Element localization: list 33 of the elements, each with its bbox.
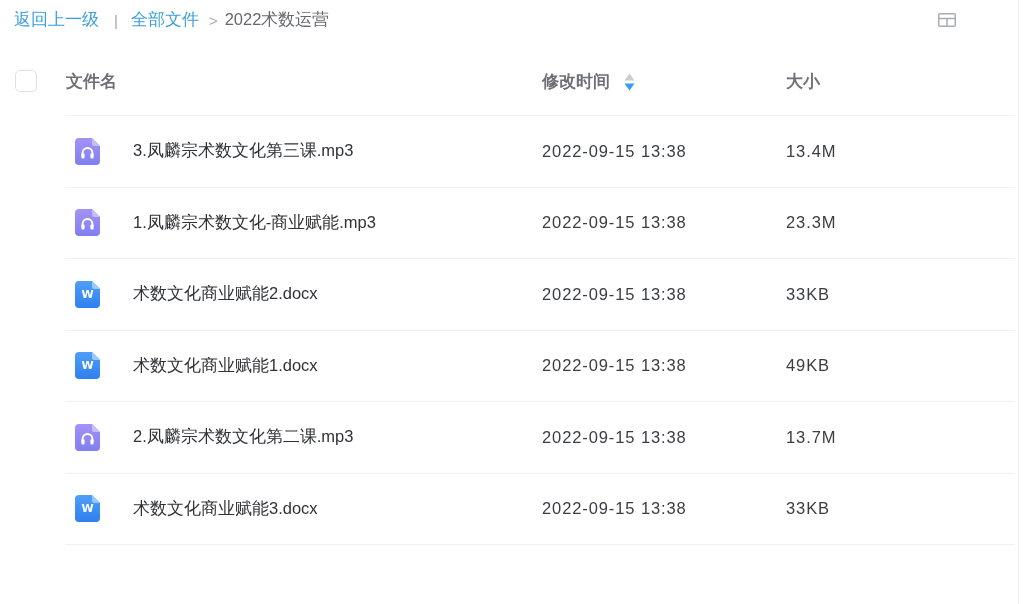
path-separator: > <box>208 11 218 29</box>
document-file-icon: W <box>75 280 100 308</box>
file-name[interactable]: 3.凤麟宗术数文化第三课.mp3 <box>133 140 354 163</box>
modified-time: 2022-09-15 13:38 <box>542 141 687 161</box>
file-size: 33KB <box>786 499 830 519</box>
file-name[interactable]: 术数文化商业赋能3.docx <box>133 497 318 520</box>
column-header[interactable]: 修改时间 <box>542 70 610 93</box>
modified-time: 2022-09-15 13:38 <box>542 284 687 304</box>
column-header[interactable]: 文件名 <box>66 70 117 93</box>
current-folder[interactable]: 2022术数运营 <box>224 9 330 31</box>
file-size: 49KB <box>786 356 830 376</box>
file-name[interactable]: 1.凤麟宗术数文化-商业赋能.mp3 <box>133 211 376 234</box>
file-size: 13.7M <box>786 427 837 447</box>
modified-time: 2022-09-15 13:38 <box>542 499 687 519</box>
modified-time: 2022-09-15 13:38 <box>542 213 687 233</box>
audio-file-icon <box>75 209 100 237</box>
file-name[interactable]: 术数文化商业赋能1.docx <box>133 354 318 377</box>
pipe-separator: | <box>114 11 118 29</box>
document-file-icon: W <box>75 495 100 523</box>
audio-file-icon <box>75 137 100 165</box>
file-size: 33KB <box>786 284 830 304</box>
select-all-checkbox[interactable] <box>15 70 37 92</box>
file-size: 23.3M <box>786 213 837 233</box>
audio-file-icon <box>75 423 100 451</box>
sort-icon[interactable] <box>624 72 635 91</box>
grid-view-icon[interactable] <box>938 13 956 27</box>
modified-time: 2022-09-15 13:38 <box>542 427 687 447</box>
file-name[interactable]: 术数文化商业赋能2.docx <box>133 283 318 306</box>
column-header[interactable]: 大小 <box>786 70 820 93</box>
modified-time: 2022-09-15 13:38 <box>542 356 687 376</box>
document-file-icon: W <box>75 352 100 380</box>
file-name[interactable]: 2.凤麟宗术数文化第二课.mp3 <box>133 426 354 449</box>
file-size: 13.4M <box>786 141 837 161</box>
